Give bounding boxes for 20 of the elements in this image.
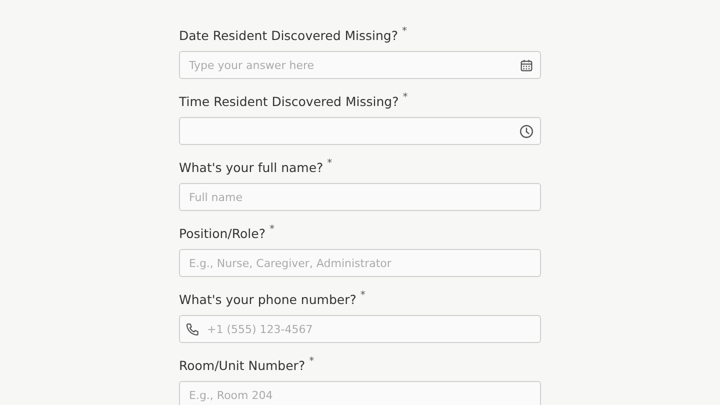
input-field[interactable]: E.g., Nurse, Caregiver, Administrator — [179, 249, 541, 277]
required-asterisk: * — [402, 93, 408, 103]
question-label: What's your full name? — [179, 159, 324, 177]
question-label: Date Resident Discovered Missing? — [179, 27, 398, 45]
calendar-icon[interactable] — [519, 58, 534, 72]
required-asterisk: * — [309, 357, 314, 367]
question-label: Position/Role? — [179, 225, 266, 243]
question-label: Room/Unit Number? — [179, 357, 306, 375]
input-field[interactable]: Full name — [179, 183, 541, 211]
question-label: What's your phone number? — [179, 291, 356, 309]
required-asterisk: * — [269, 225, 274, 235]
input-field[interactable]: E.g., Room 204 — [179, 381, 541, 405]
required-asterisk: * — [360, 291, 366, 301]
input-field[interactable]: Type your answer here — [179, 51, 541, 79]
required-asterisk: * — [402, 27, 408, 37]
required-asterisk: * — [327, 159, 332, 169]
question-label: Time Resident Discovered Missing? — [179, 93, 399, 111]
input-field[interactable] — [179, 117, 541, 145]
clock-icon[interactable] — [519, 124, 534, 138]
input-field[interactable]: +1 (555) 123-4567 — [179, 315, 541, 343]
